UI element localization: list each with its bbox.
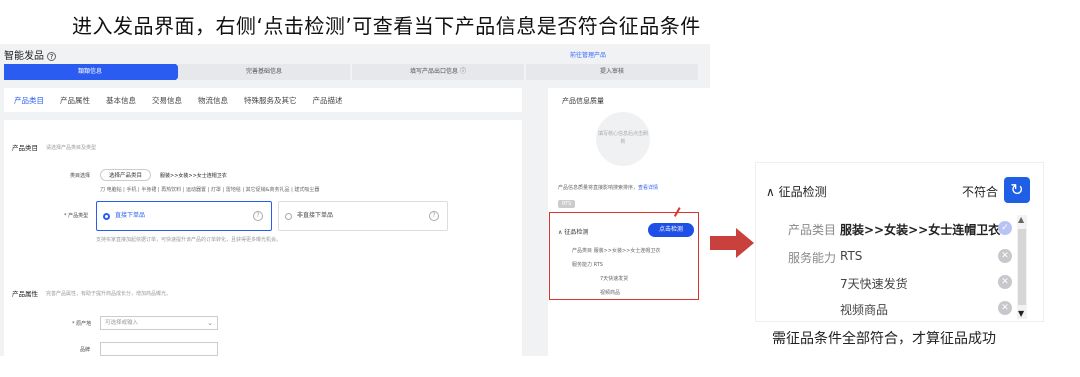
attributes-card: 产品属性 完善产品属性，有助于提升商品成长分，增加商品曝光。 * 原产地 可选择… bbox=[4, 276, 522, 356]
scrollbar[interactable]: ▲ ▼ bbox=[1017, 215, 1027, 319]
check-button[interactable]: 点击检测 bbox=[648, 223, 694, 237]
caption: 需征品条件全部符合，才算征品成功 bbox=[772, 331, 996, 347]
quality-title: 产品信息质量 bbox=[562, 97, 604, 105]
brand-label: 品牌 bbox=[80, 347, 91, 353]
scroll-thumb[interactable] bbox=[1018, 229, 1026, 305]
check-list: 产品类目 服装>>女装>>女士连帽卫衣 ✓ 服务能力 RTS ✕ 7天快速发货 … bbox=[756, 209, 1045, 323]
check-fail-icon: ✕ bbox=[998, 301, 1012, 315]
radio-selected-icon bbox=[103, 213, 110, 220]
check-zoom-panel: ∧ 征品检测 不符合 ↻ 产品类目 服装>>女装>>女士连帽卫衣 ✓ 服务能力 … bbox=[755, 162, 1044, 322]
question-icon[interactable]: ? bbox=[429, 211, 439, 221]
check-line-shipping: 7天快速发货 bbox=[600, 276, 629, 282]
arrow-right-icon bbox=[710, 228, 754, 258]
tab-description[interactable]: 产品描述 bbox=[313, 95, 343, 106]
tab-services[interactable]: 特殊服务及其它 bbox=[244, 95, 297, 106]
quality-score-circle: 填写核心信息后点击刷新 bbox=[596, 112, 650, 166]
check-title: ∧ 征品检测 bbox=[558, 229, 589, 236]
product-type-note: 支持买家直接加起依据订单，可快速提升该产品的订单转化，且获得更多曝光机会。 bbox=[96, 237, 282, 243]
brand-select[interactable] bbox=[100, 342, 218, 356]
scroll-down-icon[interactable]: ▼ bbox=[1018, 309, 1024, 318]
radio-empty-icon bbox=[285, 213, 292, 220]
page-title: 智能发品? bbox=[4, 47, 56, 62]
refresh-icon[interactable]: ↻ bbox=[1004, 177, 1030, 203]
check-box-highlight: ∧ 征品检测 点击检测 产品类目 服装>>女装>>女士连帽卫衣 服务能力 RTS… bbox=[549, 212, 699, 300]
direct-order-option[interactable]: 直接下单品 ? bbox=[96, 201, 272, 231]
category-value: 服装>>女装>>女士连帽卫衣 bbox=[160, 173, 227, 179]
chevron-down-icon: ⌄ bbox=[207, 319, 213, 327]
check-line-category: 产品类目 服装>>女装>>女士连帽卫衣 bbox=[572, 248, 661, 254]
tab-trade[interactable]: 交易信息 bbox=[152, 95, 182, 106]
help-icon[interactable]: ? bbox=[47, 52, 56, 61]
origin-label: * 原产地 bbox=[72, 321, 92, 327]
category-hint: 请选择产品类目及类型 bbox=[46, 145, 97, 151]
step-1[interactable]: 類類信息 bbox=[4, 64, 183, 80]
tab-logistics[interactable]: 物流信息 bbox=[198, 95, 228, 106]
tab-basic[interactable]: 基本信息 bbox=[106, 95, 136, 106]
tab-attributes[interactable]: 产品属性 bbox=[60, 95, 90, 106]
question-icon[interactable]: ? bbox=[253, 211, 263, 221]
attributes-title: 产品属性 bbox=[12, 290, 38, 298]
quality-detail-link[interactable]: 查看详情 bbox=[638, 185, 658, 191]
scroll-up-icon[interactable]: ▲ bbox=[1018, 215, 1024, 224]
list-item: 服务能力 RTS ✕ bbox=[756, 245, 1016, 269]
list-item: 视频商品 ✕ bbox=[756, 297, 1016, 321]
check-pass-icon: ✓ bbox=[998, 221, 1012, 235]
step-3[interactable]: 填写产品出口信息 ⓘ bbox=[352, 64, 524, 80]
origin-select[interactable]: 可选择或输入 ⌄ bbox=[100, 316, 218, 330]
tab-category[interactable]: 产品类目 bbox=[14, 95, 44, 106]
list-item: 7天快速发货 ✕ bbox=[756, 271, 1016, 295]
check-line-service: 服务能力 RTS bbox=[572, 262, 603, 268]
recent-categories[interactable]: 刀 电脑钻 | 手机 | 半身裙 | 再热饮料 | 运动器置 | 灯罩 | 雷地… bbox=[100, 186, 319, 193]
list-item: 产品类目 服装>>女装>>女士连帽卫衣 ✓ bbox=[756, 217, 1016, 241]
zoom-header[interactable]: ∧ 征品检测 bbox=[766, 183, 827, 200]
step-4[interactable]: 提入审核 bbox=[526, 64, 698, 80]
non-direct-order-option[interactable]: 非直接下单品 ? bbox=[278, 201, 448, 231]
product-type-label: * 产品类型 bbox=[64, 213, 89, 219]
category-title: 产品类目 bbox=[12, 144, 38, 152]
quality-note: 产品信息质量将直接影响搜索排序，查看详情 bbox=[558, 185, 659, 191]
headline: 进入发品界面，右侧‘点击检测’可查看当下产品信息是否符合征品条件 bbox=[72, 14, 701, 38]
select-category-button[interactable]: 选择产品类目 bbox=[100, 169, 152, 181]
screenshot-panel: 智能发品? 前往管理产品 類類信息 完善基础信息 填写产品出口信息 ⓘ 提入审核… bbox=[0, 44, 710, 356]
manage-products-link[interactable]: 前往管理产品 bbox=[570, 50, 606, 59]
check-fail-icon: ✕ bbox=[998, 275, 1012, 289]
section-tabs: 产品类目 产品属性 基本信息 交易信息 物流信息 特殊服务及其它 产品描述 bbox=[4, 88, 522, 112]
step-2[interactable]: 完善基础信息 bbox=[178, 64, 350, 80]
check-fail-icon: ✕ bbox=[998, 249, 1012, 263]
check-line-video: 视频商品 bbox=[600, 290, 621, 296]
rts-tag: RTS bbox=[558, 200, 576, 208]
attributes-hint: 完善产品属性，有助于提升商品成长分，增加商品曝光。 bbox=[46, 291, 172, 297]
category-select-label: 类目选择 bbox=[70, 173, 91, 179]
step-bar: 類類信息 完善基础信息 填写产品出口信息 ⓘ 提入审核 bbox=[4, 64, 700, 80]
zoom-status: 不符合 bbox=[962, 185, 999, 199]
